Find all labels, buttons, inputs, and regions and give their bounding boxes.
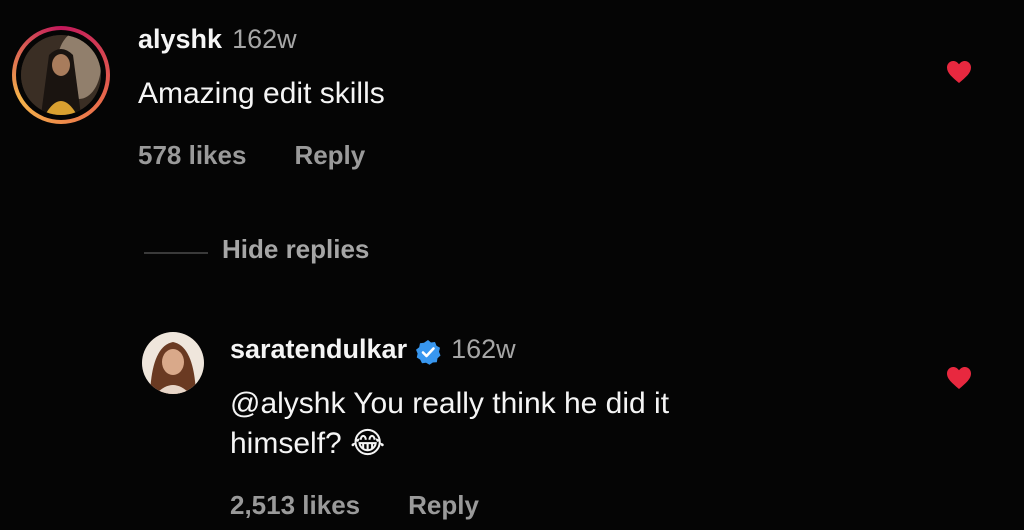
comment-text: Amazing edit skills xyxy=(138,77,385,110)
avatar-alyshk xyxy=(21,35,101,115)
hide-replies-divider xyxy=(144,252,208,254)
reply-username[interactable]: saratendulkar xyxy=(230,334,407,364)
heart-icon[interactable] xyxy=(946,366,972,390)
heart-icon[interactable] xyxy=(946,60,972,84)
verified-badge-icon xyxy=(416,339,441,365)
story-ring[interactable] xyxy=(12,26,110,124)
comment-username[interactable]: alyshk xyxy=(138,24,222,54)
reply-text-line-1: @alyshk You really think he did it xyxy=(230,387,670,420)
reply-text-line-2-text: himself? xyxy=(230,427,342,460)
reply-time: 162w xyxy=(451,334,516,364)
hide-replies-button[interactable]: Hide replies xyxy=(222,234,369,265)
reply-header: saratendulkar 162w xyxy=(230,334,516,365)
reply-text: @alyshk You really think he did it himse… xyxy=(230,384,669,464)
comment-meta: 578 likes Reply xyxy=(138,140,413,171)
comment-reply-button[interactable]: Reply xyxy=(294,140,365,170)
avatar-saratendulkar[interactable] xyxy=(142,332,204,394)
comment-thread: alyshk 162w Amazing edit skills 578 likes… xyxy=(0,0,1024,530)
reply-likes[interactable]: 2,513 likes xyxy=(230,490,360,520)
comment-time: 162w xyxy=(232,24,297,54)
comment-header: alyshk 162w xyxy=(138,24,297,55)
reply-meta: 2,513 likes Reply xyxy=(230,490,527,521)
comment-likes[interactable]: 578 likes xyxy=(138,140,246,170)
laughing-emoji-icon: 😂 xyxy=(350,427,386,460)
reply-text-line-2: himself? 😂 xyxy=(230,424,669,464)
reply-reply-button[interactable]: Reply xyxy=(408,490,479,520)
